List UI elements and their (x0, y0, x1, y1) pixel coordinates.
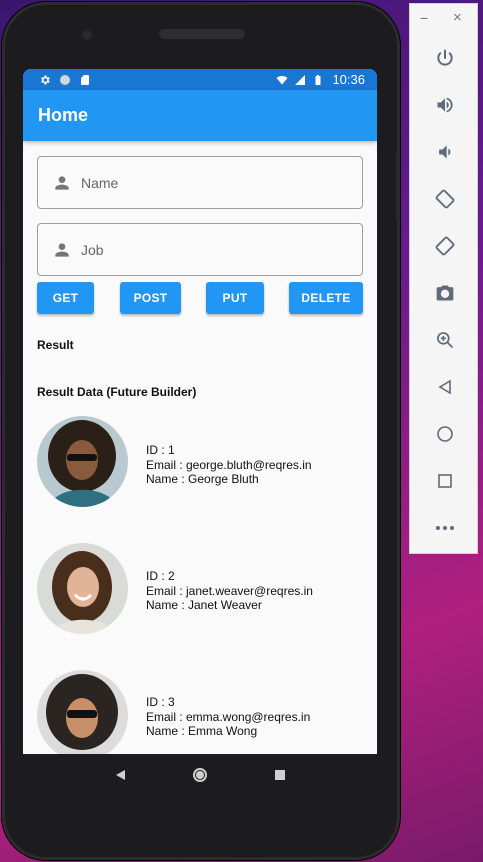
zoom-button[interactable] (410, 325, 479, 355)
sd-card-icon (81, 74, 89, 85)
status-bar: 10:36 (23, 69, 377, 90)
job-input[interactable] (81, 241, 321, 258)
battery-icon (315, 74, 321, 85)
result-label: Result (37, 338, 74, 352)
power-button[interactable] (410, 43, 479, 73)
volume-up-button[interactable] (410, 90, 479, 120)
user-name: Name : Emma Wong (146, 724, 258, 738)
back-icon (437, 379, 451, 395)
status-time: 10:36 (332, 72, 365, 87)
more-button[interactable] (410, 513, 479, 543)
rotate-right-button[interactable] (410, 231, 479, 261)
minimize-button[interactable]: − (420, 10, 428, 26)
job-field[interactable] (37, 223, 363, 276)
emulator-overview-button[interactable] (410, 466, 479, 496)
user-id: ID : 2 (146, 569, 175, 583)
more-icon (435, 526, 454, 530)
avatar (37, 543, 128, 634)
zoom-icon (436, 332, 453, 349)
overview-icon (437, 474, 452, 488)
user-name: Name : Janet Weaver (146, 598, 262, 612)
avatar (37, 670, 128, 754)
sync-circle-icon (60, 74, 70, 85)
user-list-item: ID : 3 Email : emma.wong@reqres.in Name … (37, 670, 367, 754)
get-button[interactable]: GET (37, 282, 94, 314)
power-icon (436, 49, 453, 66)
page-title: Home (38, 105, 89, 125)
overview-icon[interactable] (274, 769, 286, 781)
user-list-item: ID : 1 Email : george.bluth@reqres.in Na… (37, 416, 367, 508)
android-nav-bar (23, 754, 377, 796)
volume-down-icon (438, 145, 450, 159)
result-data-label: Result Data (Future Builder) (37, 385, 197, 399)
user-email: Email : emma.wong@reqres.in (146, 709, 311, 724)
earpiece-speaker (159, 29, 245, 39)
back-icon[interactable] (114, 769, 126, 781)
user-id: ID : 3 (146, 695, 175, 709)
front-camera (81, 29, 93, 41)
emulator-home-button[interactable] (410, 419, 479, 449)
app-bar: Home (23, 90, 377, 141)
screenshot-button[interactable] (410, 278, 479, 308)
user-name: Name : George Bluth (146, 472, 259, 486)
close-button[interactable]: × (453, 9, 462, 26)
user-email: Email : george.bluth@reqres.in (146, 457, 312, 472)
home-icon[interactable] (192, 767, 208, 783)
put-button[interactable]: PUT (206, 282, 264, 314)
rotate-left-icon (435, 189, 454, 209)
home-icon (436, 426, 453, 442)
user-list-item: ID : 2 Email : janet.weaver@reqres.in Na… (37, 543, 367, 635)
emulator-back-button[interactable] (410, 372, 479, 402)
person-icon (55, 242, 69, 257)
delete-button[interactable]: DELETE (289, 282, 363, 314)
rotate-right-icon (435, 236, 454, 256)
avatar (37, 416, 128, 507)
volume-up-icon (437, 97, 453, 113)
name-field[interactable] (37, 156, 363, 209)
signal-icon (295, 74, 306, 85)
app-screen: 10:36 Home GET POST PUT DELETE Result Re… (23, 69, 377, 754)
phone-side-button (396, 152, 400, 222)
name-input[interactable] (81, 174, 321, 191)
post-button[interactable]: POST (120, 282, 181, 314)
person-icon (55, 175, 69, 190)
emulator-toolbar: − × (409, 3, 478, 554)
user-email: Email : janet.weaver@reqres.in (146, 583, 313, 598)
settings-icon (41, 75, 50, 84)
wifi-icon (276, 75, 288, 84)
rotate-left-button[interactable] (410, 184, 479, 214)
user-id: ID : 1 (146, 443, 175, 457)
volume-down-button[interactable] (410, 137, 479, 167)
camera-icon (436, 285, 453, 301)
